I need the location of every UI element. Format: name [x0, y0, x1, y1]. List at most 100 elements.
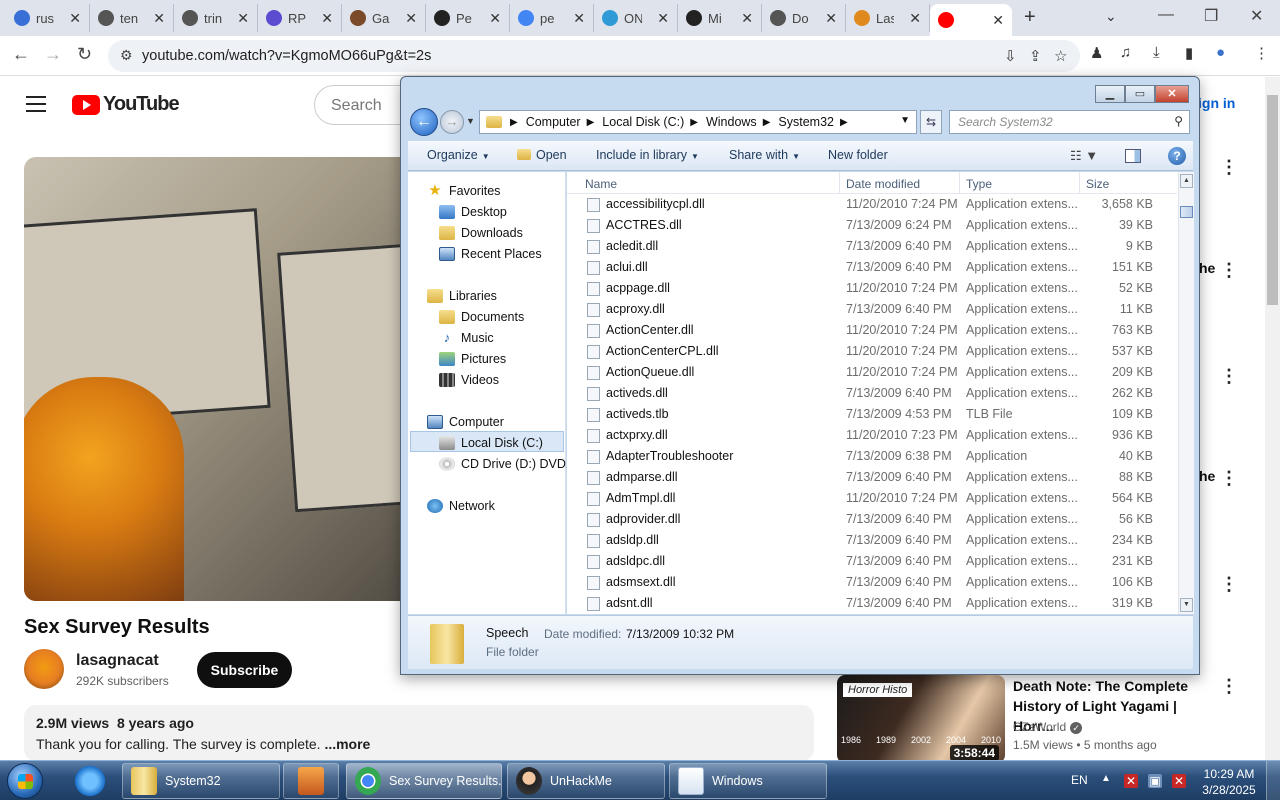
column-date-modified[interactable]: Date modified — [846, 177, 920, 191]
explorer-minimize-icon[interactable]: ▁ — [1095, 85, 1125, 103]
browser-tab[interactable]: Mi ✕ — [678, 4, 762, 32]
column-divider[interactable] — [839, 172, 840, 194]
browser-tab[interactable]: ✕ — [930, 4, 1012, 36]
browser-tab[interactable]: ten ✕ — [90, 4, 174, 32]
tab-close-icon[interactable]: ✕ — [69, 10, 81, 27]
breadcrumb-system32[interactable]: System32 — [778, 115, 834, 129]
youtube-logo[interactable]: YouTube — [72, 93, 180, 116]
volume-muted-icon[interactable]: ✕ — [1172, 774, 1186, 788]
internet-explorer-icon[interactable] — [72, 764, 108, 798]
explorer-address-bar[interactable]: ▶ Computer ▶ Local Disk (C:) ▶ Windows ▶… — [479, 110, 917, 134]
show-more-link[interactable]: ...more — [324, 736, 370, 752]
taskbar-button-windows[interactable]: Windows — [669, 763, 827, 799]
share-icon[interactable]: ⇪ — [1029, 47, 1042, 65]
recommended-thumbnail[interactable]: Horror Histo 1986 1989 2002 2004 2010 3:… — [837, 675, 1005, 763]
nav-computer[interactable]: Computer — [427, 415, 504, 429]
start-button[interactable] — [7, 763, 43, 799]
explorer-maximize-icon[interactable]: ▭ — [1125, 85, 1155, 103]
tab-close-icon[interactable]: ✕ — [321, 10, 333, 27]
file-row[interactable]: activeds.tlb 7/13/2009 4:53 PM TLB File 109… — [567, 404, 1177, 425]
file-row[interactable]: ActionQueue.dll 11/20/2010 7:24 PM Applica… — [567, 362, 1177, 383]
taskbar-button-system32[interactable]: System32 — [122, 763, 280, 799]
breadcrumb-chevron-icon[interactable]: ▶ — [510, 117, 518, 128]
file-row[interactable]: adprovider.dll 7/13/2009 6:40 PM Applicati… — [567, 509, 1177, 530]
preview-pane-icon[interactable] — [1125, 149, 1141, 163]
breadcrumb-chevron-icon[interactable]: ▶ — [587, 117, 595, 128]
nav-favorites[interactable]: ★ Favorites — [427, 183, 500, 198]
open-button[interactable]: Open — [517, 148, 567, 162]
tab-close-icon[interactable]: ✕ — [489, 10, 501, 27]
change-view-icon[interactable]: ☷ ▼ — [1070, 148, 1098, 164]
back-icon[interactable]: ← — [12, 44, 30, 65]
security-alert-icon[interactable]: ✕ — [1124, 774, 1138, 788]
file-row[interactable]: admparse.dll 7/13/2009 6:40 PM Application… — [567, 467, 1177, 488]
restore-icon[interactable]: ❐ — [1204, 6, 1218, 26]
browser-tab[interactable]: rus ✕ — [6, 4, 90, 32]
explorer-search-input[interactable]: Search System32 ⚲ — [949, 110, 1190, 134]
tab-close-icon[interactable]: ✕ — [405, 10, 417, 27]
tab-close-icon[interactable]: ✕ — [153, 10, 165, 27]
search-icon[interactable]: ⚲ — [1174, 114, 1183, 128]
extension-icon[interactable]: ♟ — [1090, 44, 1103, 62]
reload-icon[interactable]: ↻ — [77, 44, 92, 65]
scroll-down-icon[interactable]: ▼ — [1180, 598, 1193, 612]
scrollbar-thumb[interactable] — [1180, 206, 1193, 218]
file-row[interactable]: aclui.dll 7/13/2009 6:40 PM Application ex… — [567, 257, 1177, 278]
help-icon[interactable]: ? — [1168, 147, 1186, 165]
taskbar-button-unhackme[interactable]: UnHackMe — [507, 763, 665, 799]
nav-desktop[interactable]: Desktop — [439, 205, 507, 219]
browser-tab[interactable]: pe ✕ — [510, 4, 594, 32]
tab-close-icon[interactable]: ✕ — [657, 10, 669, 27]
more-actions-icon[interactable]: ⋮ — [1220, 574, 1238, 595]
minimize-icon[interactable]: — — [1158, 6, 1174, 24]
file-row[interactable]: actxprxy.dll 11/20/2010 7:23 PM Applicatio… — [567, 425, 1177, 446]
sign-in-link[interactable]: ign in — [1198, 95, 1235, 111]
nav-network[interactable]: Network — [427, 499, 495, 513]
explorer-forward-icon[interactable]: → — [440, 110, 464, 134]
organize-button[interactable]: Organize ▼ — [427, 148, 490, 162]
nav-documents[interactable]: Documents — [439, 310, 524, 324]
subscribe-button[interactable]: Subscribe — [197, 652, 292, 688]
nav-local-disk[interactable]: Local Disk (C:) — [439, 436, 543, 450]
scroll-up-icon[interactable]: ▲ — [1180, 174, 1193, 188]
column-type[interactable]: Type — [966, 177, 992, 191]
sidebar-title-fragment[interactable]: he — [1199, 260, 1215, 276]
nav-recent-places[interactable]: Recent Places — [439, 247, 542, 261]
nav-pictures[interactable]: Pictures — [439, 352, 506, 366]
file-row[interactable]: acproxy.dll 7/13/2009 6:40 PM Application … — [567, 299, 1177, 320]
sidebar-title-fragment[interactable]: he — [1199, 468, 1215, 484]
network-tray-icon[interactable]: ▣ — [1148, 774, 1162, 788]
show-desktop-button[interactable] — [1266, 761, 1280, 801]
address-bar[interactable]: ⚙ youtube.com/watch?v=KgmoMO66uPg&t=2s ⇩… — [108, 40, 1080, 72]
hamburger-menu-icon[interactable] — [26, 96, 46, 117]
taskbar-button-media-player[interactable] — [283, 763, 339, 799]
breadcrumb-computer[interactable]: Computer — [526, 115, 581, 129]
more-actions-icon[interactable]: ⋮ — [1220, 676, 1238, 697]
taskbar-button-chrome[interactable]: Sex Survey Results... — [346, 763, 502, 799]
more-actions-icon[interactable]: ⋮ — [1220, 157, 1238, 178]
browser-tab[interactable]: Ga ✕ — [342, 4, 426, 32]
site-info-icon[interactable]: ⚙ — [120, 47, 133, 64]
nav-videos[interactable]: Videos — [439, 373, 499, 387]
new-tab-button[interactable]: + — [1024, 6, 1036, 29]
media-controls-icon[interactable]: ♫ — [1120, 44, 1131, 61]
column-size[interactable]: Size — [1086, 177, 1109, 191]
file-row[interactable]: adsnt.dll 7/13/2009 6:40 PM Application ex… — [567, 593, 1177, 614]
profile-icon[interactable]: ● — [1216, 44, 1225, 61]
language-indicator[interactable]: EN — [1071, 773, 1088, 787]
browser-tab[interactable]: Las ✕ — [846, 4, 930, 32]
more-actions-icon[interactable]: ⋮ — [1220, 260, 1238, 281]
tab-close-icon[interactable]: ✕ — [825, 10, 837, 27]
install-app-icon[interactable]: ⇩ — [1004, 47, 1017, 65]
recommended-channel-name[interactable]: CZsWorld — [1013, 720, 1066, 734]
browser-tab[interactable]: Pe ✕ — [426, 4, 510, 32]
include-in-library-button[interactable]: Include in library ▼ — [596, 148, 699, 162]
tab-close-icon[interactable]: ✕ — [741, 10, 753, 27]
breadcrumb-chevron-icon[interactable]: ▶ — [690, 117, 698, 128]
breadcrumb-local-disk[interactable]: Local Disk (C:) — [602, 115, 684, 129]
file-row[interactable]: adsmsext.dll 7/13/2009 6:40 PM Application… — [567, 572, 1177, 593]
history-dropdown-icon[interactable]: ▼ — [466, 116, 475, 126]
page-scrollbar[interactable] — [1265, 77, 1280, 760]
channel-avatar[interactable] — [24, 649, 64, 689]
close-icon[interactable]: ✕ — [1250, 6, 1263, 26]
